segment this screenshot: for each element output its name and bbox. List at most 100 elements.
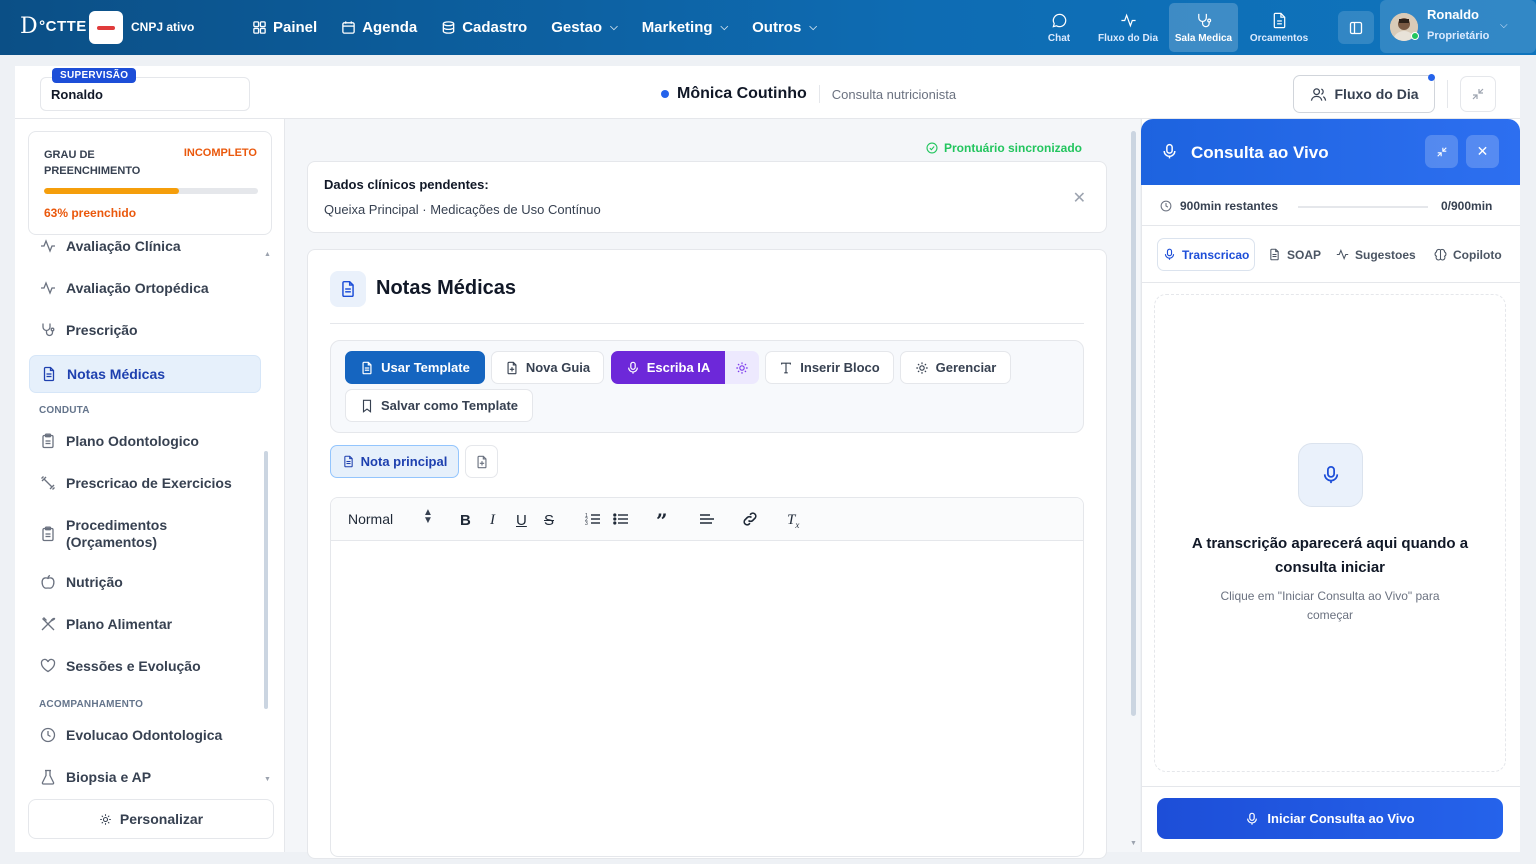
gear-icon	[736, 361, 748, 374]
quick-orcamentos[interactable]: Orcamentos	[1245, 3, 1313, 52]
align-icon[interactable]	[699, 511, 715, 527]
sidebar-scrollbar[interactable]	[264, 451, 268, 709]
tab-sugestoes[interactable]: Sugestoes	[1336, 238, 1416, 271]
tab-label: Sugestoes	[1355, 247, 1416, 262]
scroll-up-arrow[interactable]: ▲	[264, 251, 271, 258]
fluxo-do-dia-button[interactable]: Fluxo do Dia	[1293, 75, 1435, 113]
sidebar-item-avaliacao-ortopedica[interactable]: Avaliação Ortopédica	[29, 280, 261, 296]
quick-sala-medica[interactable]: Sala Medica	[1169, 3, 1238, 52]
gerenciar-label: Gerenciar	[935, 360, 997, 375]
company-logo[interactable]	[89, 11, 123, 44]
tab-transcricao[interactable]: Transcricao	[1157, 238, 1256, 271]
tab-copiloto[interactable]: Copiloto	[1434, 238, 1502, 271]
sidebar-item-plano-odontologico[interactable]: Plano Odontologico	[29, 433, 261, 449]
salvar-template-button[interactable]: Salvar como Template	[345, 389, 533, 422]
sidebar-item-evolucao-odontologica[interactable]: Evolucao Odontologica	[29, 727, 261, 743]
quote-icon[interactable]: ”	[656, 509, 668, 533]
underline-icon[interactable]: U	[516, 512, 527, 529]
section-conduta: CONDUTA	[39, 405, 90, 416]
mic-icon	[627, 361, 638, 374]
scroll-down-arrow[interactable]: ▼	[1130, 840, 1137, 847]
file-text-icon	[362, 361, 372, 374]
text-style-select[interactable]: Normal	[348, 511, 393, 527]
link-icon[interactable]	[742, 511, 758, 527]
minimize-button[interactable]	[1425, 135, 1458, 168]
usar-template-button[interactable]: Usar Template	[345, 351, 485, 384]
fill-progress-fill	[44, 188, 179, 194]
sidebar-item-label: Procedimentos (Orçamentos)	[66, 517, 168, 550]
bold-icon[interactable]: B	[460, 512, 471, 529]
tab-soap[interactable]: SOAP	[1268, 238, 1321, 271]
file-text-icon	[43, 366, 55, 382]
file-icon	[1270, 248, 1279, 261]
clock-icon	[40, 727, 56, 743]
menu-marketing[interactable]: Marketing ⌵	[642, 19, 728, 36]
user-name: Ronaldo	[1427, 7, 1479, 22]
sidebar-item-label: Sessões e Evolução	[66, 658, 201, 674]
tab-nota-principal[interactable]: Nota principal	[330, 445, 459, 478]
strikethrough-icon[interactable]: S	[544, 512, 554, 529]
close-icon[interactable]: ✕	[1073, 188, 1086, 208]
minimize-icon	[1472, 88, 1484, 100]
apple-icon	[41, 574, 55, 589]
sidebar-item-notas-medicas[interactable]: Notas Médicas	[29, 355, 261, 393]
main-scrollbar[interactable]	[1131, 131, 1136, 716]
file-plus-icon	[476, 455, 487, 468]
tab-label: Transcricao	[1182, 247, 1250, 262]
sidebar-item-nutricao[interactable]: Nutrição	[29, 574, 261, 590]
add-note-tab-button[interactable]	[465, 445, 498, 478]
sidebar-item-label: Avaliação Clínica	[66, 238, 181, 254]
chevron-down-icon: ⌵	[1500, 20, 1508, 31]
fill-progress-bar	[44, 188, 258, 194]
personalizar-button[interactable]: Personalizar	[28, 799, 274, 839]
panel-toggle-button[interactable]	[1338, 11, 1374, 44]
svg-text:3: 3	[585, 521, 588, 527]
clear-format-icon[interactable]: Tx	[787, 512, 799, 530]
divider	[818, 85, 820, 103]
escriba-settings-button[interactable]	[725, 351, 759, 384]
sidebar-item-prescricao-exercicios[interactable]: Prescricao de Exercicios	[29, 475, 261, 491]
divider	[1141, 786, 1520, 787]
app-logo[interactable]: D °CTTE	[20, 14, 87, 39]
menu-painel[interactable]: Painel	[252, 19, 317, 36]
sidebar-item-sessoes-evolucao[interactable]: Sessões e Evolução	[29, 658, 261, 674]
scroll-down-arrow[interactable]: ▼	[264, 776, 271, 783]
close-button[interactable]: ✕	[1466, 135, 1499, 168]
italic-icon[interactable]: I	[490, 512, 495, 529]
mic-icon	[1161, 143, 1178, 160]
dumbbell-icon	[41, 476, 55, 490]
fluxo-label: Fluxo do Dia	[1334, 86, 1419, 102]
text-icon	[781, 362, 792, 373]
stethoscope-icon	[42, 323, 55, 337]
menu-cadastro[interactable]: Cadastro	[441, 19, 527, 36]
quick-fluxo[interactable]: Fluxo do Dia	[1094, 3, 1162, 52]
menu-gestao[interactable]: Gestao ⌵	[551, 19, 617, 36]
bullet-list-icon[interactable]	[613, 511, 629, 527]
menu-outros[interactable]: Outros ⌵	[752, 19, 817, 36]
quick-chat[interactable]: Chat	[1040, 3, 1078, 52]
file-plus-icon	[507, 361, 517, 374]
fill-progress-label: GRAU DE PREENCHIMENTO	[44, 149, 141, 177]
sidebar-item-plano-alimentar[interactable]: Plano Alimentar	[29, 616, 261, 632]
minimize-button[interactable]	[1460, 76, 1496, 112]
heart-icon	[40, 658, 56, 673]
inserir-bloco-button[interactable]: Inserir Bloco	[765, 351, 894, 384]
gerenciar-button[interactable]: Gerenciar	[900, 351, 1011, 384]
sidebar-item-procedimentos[interactable]: Procedimentos (Orçamentos)	[29, 517, 261, 551]
sidebar-item-avaliacao-clinica[interactable]: Avaliação Clínica	[29, 238, 261, 254]
menu-agenda[interactable]: Agenda	[341, 19, 417, 36]
nova-guia-button[interactable]: Nova Guia	[491, 351, 604, 384]
sidebar-panel-icon	[1349, 21, 1363, 34]
sidebar-item-biopsia[interactable]: Biopsia e AP	[29, 769, 261, 785]
consult-type: Consulta nutricionista	[831, 86, 957, 102]
ordered-list-icon[interactable]: 123	[585, 511, 601, 527]
sidebar-item-prescricao[interactable]: Prescrição	[29, 322, 261, 338]
rich-text-editor[interactable]: Normal ▲ ▼ B I U S 123 ” Tx	[330, 497, 1084, 857]
start-live-consult-button[interactable]: Iniciar Consulta ao Vivo	[1157, 798, 1503, 839]
user-menu[interactable]: Ronaldo Proprietário ⌵	[1380, 0, 1536, 53]
activity-icon	[41, 239, 55, 253]
sync-status: Prontuário sincronizado	[926, 141, 1082, 155]
fill-percent: 63% preenchido	[44, 206, 137, 220]
escriba-ia-button[interactable]: Escriba IA	[611, 351, 725, 384]
menu-painel-label: Painel	[273, 19, 318, 36]
